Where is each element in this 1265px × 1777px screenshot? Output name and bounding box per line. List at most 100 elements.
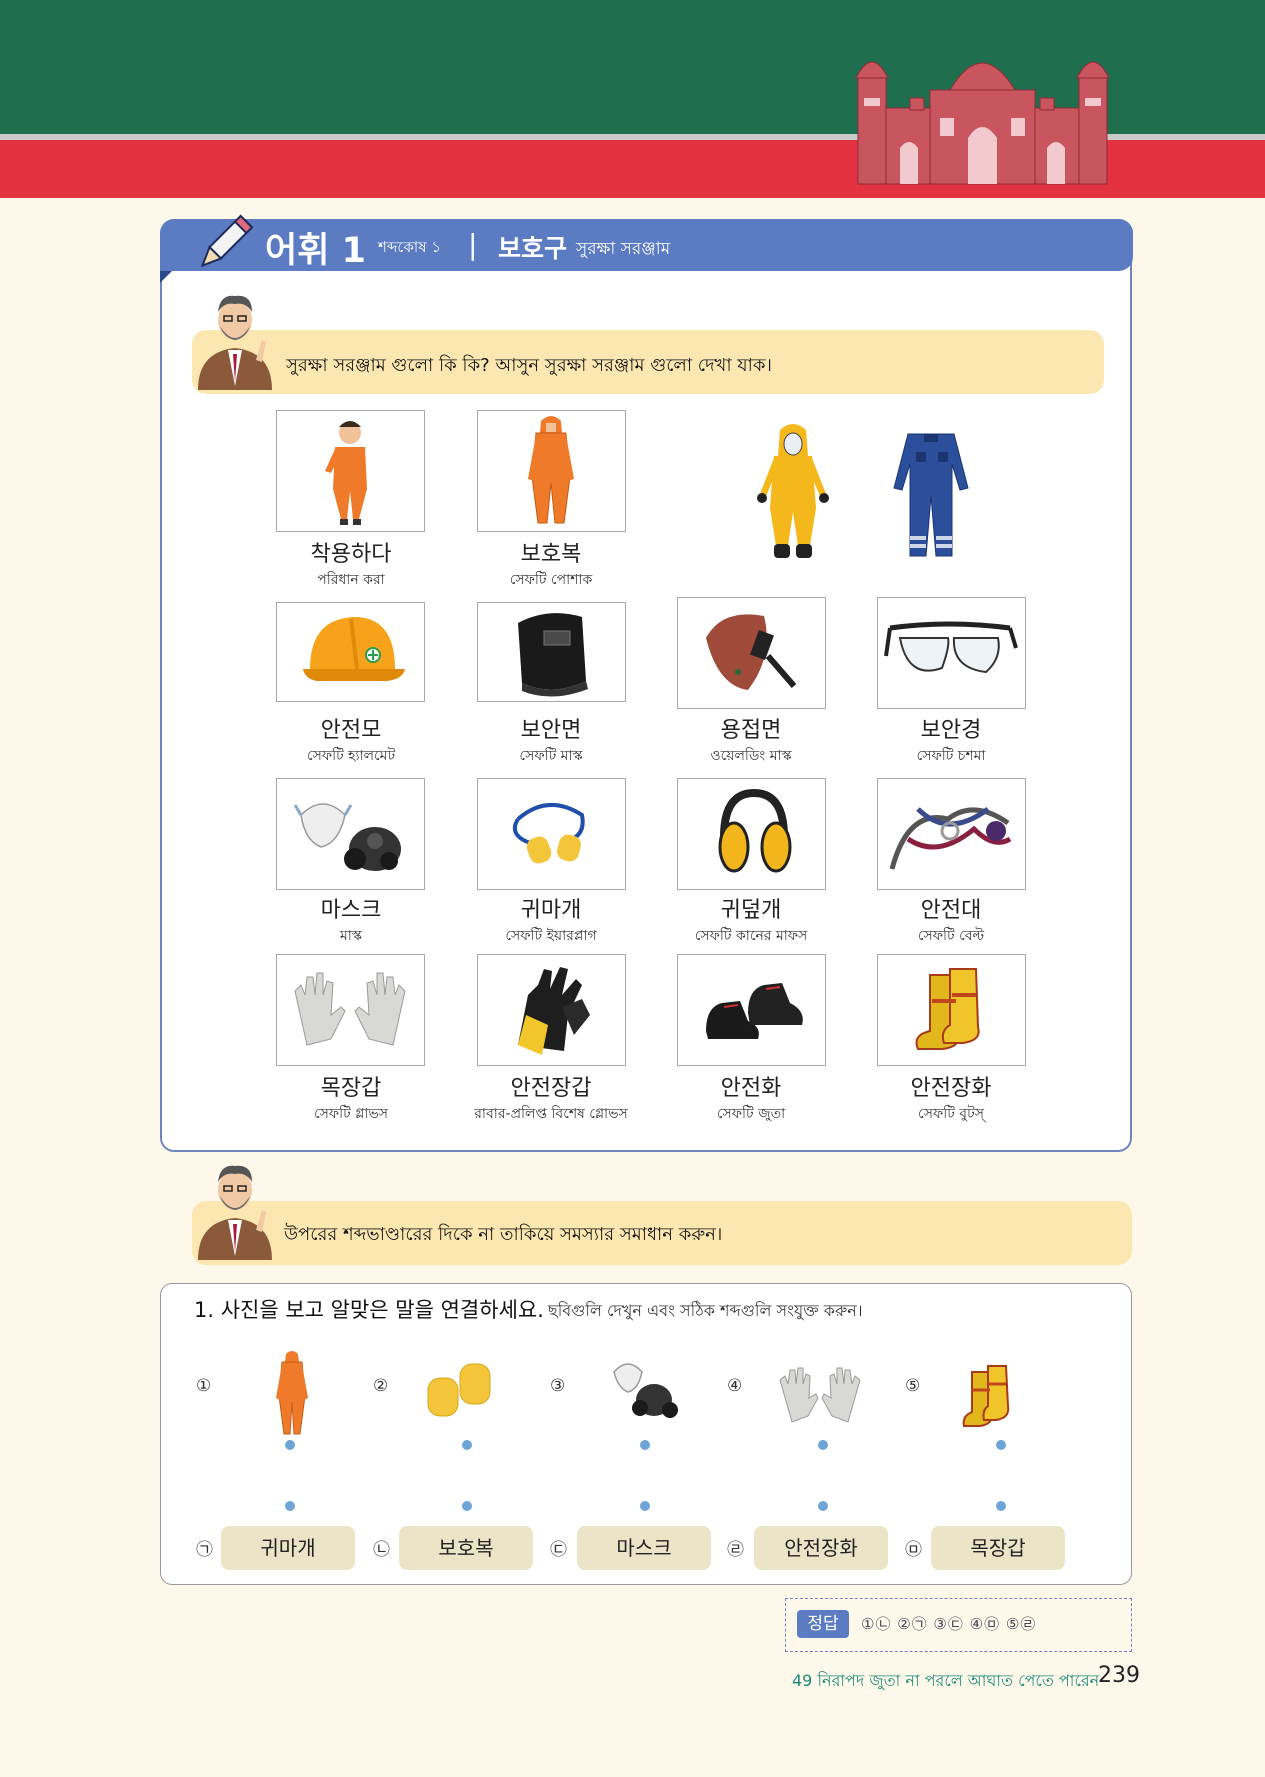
item-image-safety-shoes <box>677 954 826 1066</box>
cotton-gloves-icon <box>294 972 406 1046</box>
item-image-safety-boots <box>877 954 1026 1066</box>
item-ko-rubber-gloves: 안전장갑 <box>510 1076 592 1101</box>
item-bn-helmet: সেফটি হ্যালমেট <box>306 748 396 764</box>
topic-title: 보호구 <box>498 234 568 263</box>
respirator-icon <box>613 1363 678 1418</box>
practice-bubble: উপরের শব্দভাণ্ডারের দিকে না তাকিয়ে সমস্… <box>192 1201 1132 1265</box>
word-letter: ㉠ <box>196 1540 213 1560</box>
earplugs-icon <box>513 802 585 864</box>
item-image-cotton-gloves <box>276 954 425 1066</box>
item-ko-harness: 안전대 <box>920 898 982 923</box>
picture-dot[interactable] <box>996 1440 1006 1450</box>
item-ko-earplugs: 귀마개 <box>520 898 582 923</box>
item-bn-cotton-gloves: সেফটি গ্লাভস <box>313 1106 389 1122</box>
picture-dot[interactable] <box>285 1440 295 1450</box>
item-image-coverall <box>477 410 626 532</box>
word-dot[interactable] <box>818 1501 828 1511</box>
item-image-mask <box>276 778 425 890</box>
word-pill[interactable]: 마스크 <box>577 1526 711 1570</box>
word-dot[interactable] <box>640 1501 650 1511</box>
item-ko-earmuffs: 귀덮개 <box>720 898 782 923</box>
word-letter: ㉡ <box>373 1540 390 1560</box>
item-bn-harness: সেফটি বেল্ট <box>917 928 985 944</box>
answer-label: 정답 <box>797 1610 849 1638</box>
item-ko-helmet: 안전모 <box>320 718 382 743</box>
footer-lesson-title: 49 নিরাপদ জুতা না পরলে আঘাত পেতে পারেন <box>792 1671 1100 1690</box>
item-image-welding-mask <box>677 597 826 709</box>
word-dot[interactable] <box>285 1501 295 1511</box>
item-image-face-shield <box>477 602 626 702</box>
item-bn-safety-boots: সেফটি বুটস্ <box>918 1106 984 1122</box>
rubber-gloves-icon <box>518 967 590 1055</box>
safety-glasses-icon <box>884 621 1018 674</box>
picture-dot[interactable] <box>462 1440 472 1450</box>
item-ko-coverall: 보호복 <box>520 542 582 567</box>
item-bn-rubber-gloves: রাবার-প্রলিপ্ত বিশেষ গ্লোভস <box>474 1106 628 1122</box>
word-letter: ㉣ <box>727 1540 744 1560</box>
fort-illustration-icon <box>855 61 1110 185</box>
earmuffs-icon <box>718 788 792 873</box>
word-dot[interactable] <box>462 1501 472 1511</box>
word-letter: ㉢ <box>550 1540 567 1560</box>
word-pill[interactable]: 목장갑 <box>931 1526 1065 1570</box>
item-ko-mask: 마스크 <box>320 898 382 923</box>
item-bn-earmuffs: সেফটি কানের মাফস <box>694 928 808 944</box>
picture-number: ④ <box>727 1376 743 1396</box>
word-pill[interactable]: 귀마개 <box>221 1526 355 1570</box>
face-shield-icon <box>518 613 588 697</box>
intro-bubble-text: সুরক্ষা সরঞ্জাম গুলো কি কি? আসুন সুরক্ষা… <box>286 355 772 376</box>
intro-bubble: সুরক্ষা সরঞ্জাম গুলো কি কি? আসুন সুরক্ষা… <box>192 330 1104 394</box>
exercise-subtitle: ছবিগুলি দেখুন এবং সঠিক শব্দগুলি সংযুক্ত … <box>548 1301 863 1320</box>
item-ko-cotton-gloves: 목장갑 <box>320 1076 382 1101</box>
word-pill[interactable]: 보호복 <box>399 1526 533 1570</box>
item-bn-earplugs: সেফটি ইয়ারপ্লাগ <box>505 928 597 944</box>
safety-harness-icon <box>889 806 1012 870</box>
picture-number: ⑤ <box>905 1376 921 1396</box>
item-bn-coverall: সেফটি পোশাক <box>509 572 593 588</box>
item-image-earplugs <box>477 778 626 890</box>
earplugs-icon <box>427 1363 491 1417</box>
item-bn-face-shield: সেফটি মাস্ক <box>519 748 583 764</box>
lesson-subtitle: শব্দকোষ ১ <box>378 238 442 256</box>
hard-hat-icon <box>303 617 405 681</box>
item-image-helmet <box>276 602 425 702</box>
item-ko-wear: 착용하다 <box>310 542 392 567</box>
picture-dot[interactable] <box>640 1440 650 1450</box>
item-image-wear <box>276 410 425 532</box>
item-image-safety-glasses <box>877 597 1026 709</box>
item-image-rubber-gloves <box>477 954 626 1066</box>
item-ko-safety-glasses: 보안경 <box>920 718 982 743</box>
item-bn-wear: পরিধান করা <box>317 572 385 588</box>
yellow-hazmat-suit-icon <box>757 424 829 558</box>
item-image-harness <box>877 778 1026 890</box>
picture-number: ② <box>373 1376 389 1396</box>
item-ko-face-shield: 보안면 <box>520 718 582 743</box>
teacher-icon <box>198 295 272 390</box>
word-dot[interactable] <box>996 1501 1006 1511</box>
welding-mask-icon <box>706 614 797 690</box>
item-bn-mask: মাস্ক <box>340 928 362 944</box>
word-pill[interactable]: 안전장화 <box>754 1526 888 1570</box>
safety-boots-icon <box>915 968 980 1050</box>
word-letter: ㉤ <box>905 1540 922 1560</box>
exercise-title: 1. 사진을 보고 알맞은 말을 연결하세요. <box>194 1298 544 1322</box>
topic-subtitle: সুরক্ষা সরঞ্জাম <box>576 239 671 259</box>
lesson-title: 어휘 1 <box>265 231 366 271</box>
page-number: 239 <box>1098 1663 1140 1688</box>
item-image-earmuffs <box>677 778 826 890</box>
header-separator: | <box>468 228 478 261</box>
picture-number: ① <box>196 1376 212 1396</box>
orange-coverall-icon <box>528 416 574 524</box>
cotton-gloves-icon <box>779 1367 861 1423</box>
item-bn-safety-glasses: সেফটি চশমা <box>916 748 986 764</box>
picture-dot[interactable] <box>818 1440 828 1450</box>
blue-coverall-icon <box>893 433 969 557</box>
item-ko-safety-shoes: 안전화 <box>720 1076 782 1101</box>
respirator-icon <box>293 803 401 871</box>
safety-shoes-icon <box>706 983 803 1039</box>
item-ko-safety-boots: 안전장화 <box>910 1076 992 1101</box>
orange-coverall-icon <box>276 1351 308 1435</box>
item-ko-welding-mask: 용접면 <box>720 718 782 743</box>
worker-putting-on-suit-icon <box>325 421 367 525</box>
practice-bubble-text: উপরের শব্দভাণ্ডারের দিকে না তাকিয়ে সমস্… <box>284 1224 723 1245</box>
